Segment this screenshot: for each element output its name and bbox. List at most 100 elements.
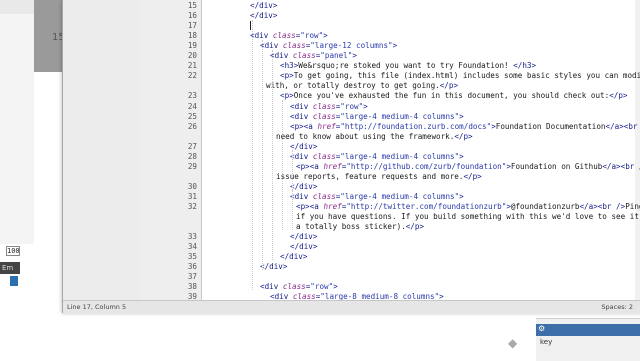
code-area[interactable]: </div></div><div class="row"><div class=… (202, 0, 640, 300)
code-line[interactable]: </div> (202, 11, 640, 21)
code-line[interactable]: <div class="row"> (202, 102, 640, 112)
wrench-icon[interactable]: ⚙ (538, 325, 546, 333)
line-number: 17 (157, 21, 197, 31)
code-token: href (323, 202, 341, 211)
code-line[interactable]: issue reports, feature requests and more… (202, 172, 640, 182)
code-token: "large-4 medium-4 columns" (340, 152, 459, 161)
code-line[interactable]: if you have questions. If you build some… (202, 212, 640, 222)
code-line[interactable]: with, or totally destroy to get going.</… (202, 81, 640, 91)
code-line[interactable]: <h3>We&rsquo;re stoked you want to try F… (202, 61, 640, 71)
code-line[interactable]: </div> (202, 242, 640, 252)
text-cursor (250, 21, 251, 30)
code-line[interactable]: <div class="large-12 columns"> (202, 41, 640, 51)
indent-guide (292, 190, 293, 230)
line-number: 32 (157, 202, 197, 212)
line-number: 21 (157, 61, 197, 71)
code-token: </div> (250, 11, 277, 20)
code-token: class (283, 282, 306, 291)
background-right-label: key (540, 338, 552, 346)
code-token: class (313, 102, 336, 111)
code-line[interactable]: a totally boss sticker).</p> (202, 222, 640, 232)
code-line[interactable]: </div> (202, 1, 640, 11)
cursor-position: Line 17, Column 5 (67, 301, 126, 314)
code-line[interactable]: <div class="row"> (202, 282, 640, 292)
code-line[interactable]: <div class="large-8 medium-8 columns"> (202, 292, 640, 300)
code-line[interactable] (202, 21, 640, 31)
code-token: We&rsquo;re stoked you want to try Found… (298, 61, 513, 70)
indent-guide (252, 20, 253, 290)
code-token: class (293, 292, 316, 300)
code-token: </h3> (513, 61, 536, 70)
code-line[interactable]: <p><a href="http://github.com/zurb/found… (202, 162, 640, 172)
background-arrow-icon (10, 276, 18, 286)
indentation-setting[interactable]: Spaces: 2 (601, 301, 633, 314)
code-token: @foundationzurb (511, 202, 580, 211)
code-token: <div (270, 292, 293, 300)
code-token: class (313, 192, 336, 201)
code-token: <p> (280, 71, 294, 80)
code-token: </div> (250, 1, 277, 10)
code-token: class (283, 41, 306, 50)
line-number: 33 (157, 232, 197, 242)
editor-sidebar (63, 0, 141, 300)
code-line[interactable]: </div> (202, 182, 640, 192)
code-line[interactable]: <div class="large-4 medium-4 columns"> (202, 152, 640, 162)
background-zoom-field[interactable]: 100 (6, 246, 20, 256)
line-number: 29 (157, 162, 197, 172)
line-number: 16 (157, 11, 197, 21)
code-line[interactable] (202, 272, 640, 282)
line-number: 34 (157, 242, 197, 252)
code-line[interactable]: <div class="row"> (202, 31, 640, 41)
code-token: href (323, 162, 341, 171)
code-token: "panel" (320, 51, 352, 60)
line-number: 19 (157, 41, 197, 51)
code-token: with, or totally destroy to get going. (266, 81, 440, 90)
code-token: <p><a (290, 122, 317, 131)
app-logo-icon: ◆ (508, 336, 524, 350)
code-line[interactable]: <p><a href="http://twitter.com/foundatio… (202, 202, 640, 212)
code-token: <div (290, 152, 313, 161)
code-line[interactable]: <p>To get going, this file (index.html) … (202, 71, 640, 81)
code-line[interactable]: </div> (202, 262, 640, 272)
line-number: 22 (157, 71, 197, 81)
code-line[interactable]: <p>Once you've exhausted the fun in this… (202, 91, 640, 101)
code-token: class (293, 51, 316, 60)
line-number: 37 (157, 272, 197, 282)
code-token: "large-8 medium-8 columns" (320, 292, 439, 300)
code-line[interactable]: </div> (202, 232, 640, 242)
code-token: > (352, 51, 357, 60)
status-bar: Line 17, Column 5 Spaces: 2 (63, 300, 640, 314)
line-number: 30 (157, 182, 197, 192)
code-token: </div> (280, 252, 307, 261)
code-line[interactable]: </div> (202, 142, 640, 152)
code-line[interactable]: </div> (202, 252, 640, 262)
line-number-gutter: 1516171819202122232425262728293031323334… (141, 0, 202, 300)
code-token: <h3> (280, 61, 298, 70)
code-token: <div (290, 112, 313, 121)
code-token: > (323, 31, 328, 40)
line-number: 26 (157, 122, 197, 132)
code-line[interactable]: need to know about using the framework.<… (202, 132, 640, 142)
code-token: </a><br /> (602, 162, 640, 171)
code-token: "http://foundation.zurb.com/docs" (340, 122, 491, 131)
code-token: need to know about using the framework. (276, 132, 454, 141)
code-line[interactable]: <div class="large-4 medium-4 columns"> (202, 192, 640, 202)
code-token: </div> (290, 182, 317, 191)
line-number: 18 (157, 31, 197, 41)
code-token: <div (290, 102, 313, 111)
code-token: href (317, 122, 335, 131)
background-tab-label[interactable]: Em (0, 262, 20, 274)
code-line[interactable]: <div class="large-4 medium-4 columns"> (202, 112, 640, 122)
code-token: </a><br /> (606, 122, 640, 131)
line-number: 25 (157, 112, 197, 122)
code-token: issue reports, feature requests and more… (276, 172, 463, 181)
code-line[interactable]: <div class="panel"> (202, 51, 640, 61)
code-token: Foundation Documentation (496, 122, 606, 131)
code-token: > (459, 152, 464, 161)
code-token: </div> (290, 242, 317, 251)
line-number: 15 (157, 1, 197, 11)
background-left-panel (0, 14, 34, 244)
code-token: Once you've exhausted the fun in this do… (294, 91, 609, 100)
code-token: "large-4 medium-4 columns" (340, 192, 459, 201)
code-line[interactable]: <p><a href="http://foundation.zurb.com/d… (202, 122, 640, 132)
